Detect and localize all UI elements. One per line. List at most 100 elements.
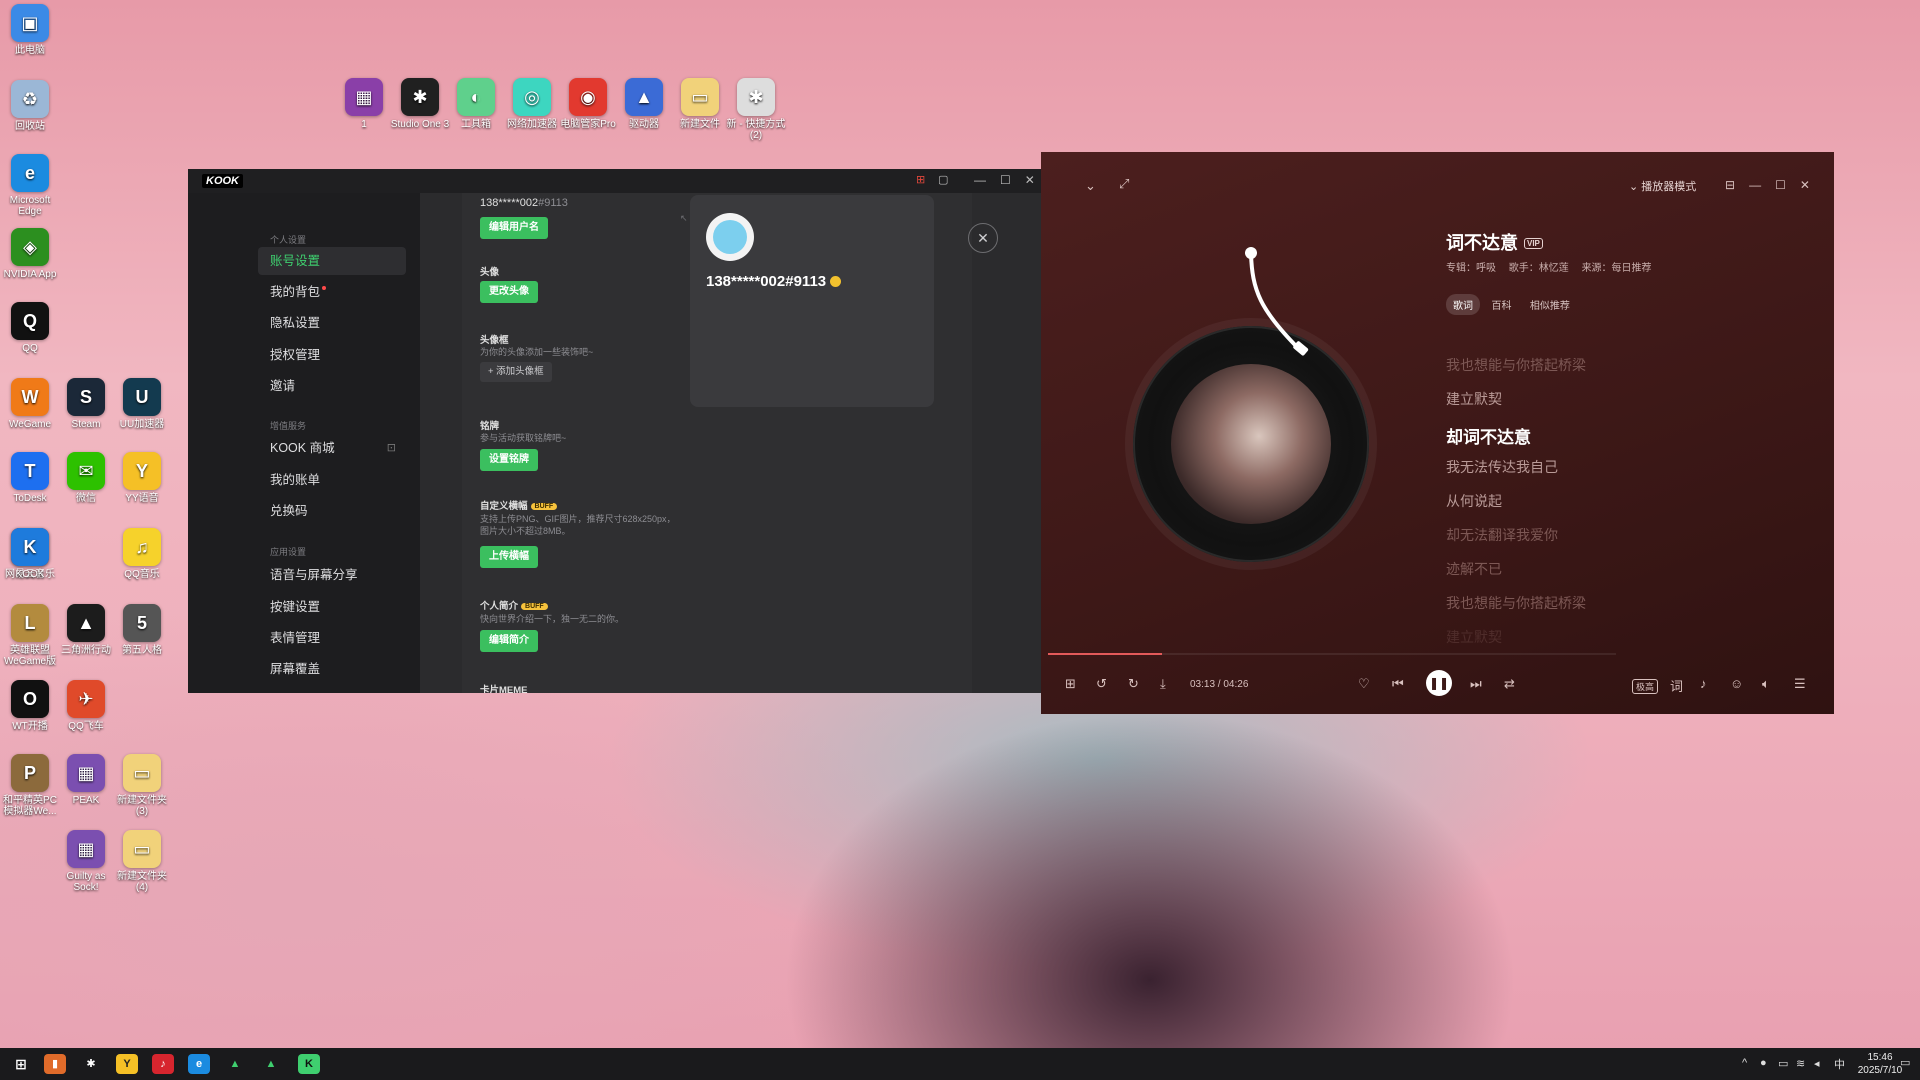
maximize-icon[interactable]: ☐ xyxy=(1000,173,1011,187)
desktop-icon[interactable]: ▭ 新建文件 xyxy=(670,78,730,130)
maximize-icon[interactable]: ☐ xyxy=(1775,178,1786,192)
lyric-line[interactable]: 我也想能与你搭起桥梁 xyxy=(1446,593,1586,613)
sidebar-item-redeem[interactable]: 兑换码 xyxy=(258,497,406,525)
sidebar-item-invite[interactable]: 邀请 xyxy=(258,372,406,400)
desktop-icon[interactable]: ▦ 1 xyxy=(334,78,394,130)
lyric-line[interactable]: 却无法翻译我爱你 xyxy=(1446,525,1558,545)
desktop-icon[interactable]: ▦ PEAK xyxy=(56,754,116,806)
desktop-icon[interactable]: ▦ Guilty as Sock! xyxy=(56,830,116,893)
desktop-icon[interactable]: ✱ Studio One 3 xyxy=(390,78,450,130)
sidebar-item-bills[interactable]: 我的账单 xyxy=(258,466,406,494)
taskbar-delta-icon[interactable]: ▲ xyxy=(224,1054,246,1074)
tab-similar[interactable]: 相似推荐 xyxy=(1523,294,1577,315)
inbox-icon[interactable]: ▢ xyxy=(938,173,948,186)
desktop-icon[interactable]: ◈ NVIDIA App xyxy=(0,228,60,280)
taskbar-netease-icon[interactable]: ♪ xyxy=(152,1054,174,1074)
volume-tray-icon[interactable]: ◂ xyxy=(1814,1057,1820,1070)
desktop-icon[interactable]: K KOOK xyxy=(0,528,60,580)
lyric-line[interactable]: 我也想能与你搭起桥梁 xyxy=(1446,355,1586,375)
forward-15-icon[interactable]: ↻ xyxy=(1128,676,1139,692)
desktop-icon[interactable]: ◉ 电脑管家Pro xyxy=(558,78,618,130)
sidebar-item-authorization[interactable]: 授权管理 xyxy=(258,341,406,369)
add-to-playlist-icon[interactable]: ⊞ xyxy=(1065,676,1076,692)
download-icon[interactable]: ⤓ xyxy=(1160,676,1166,692)
desktop-icon[interactable]: ♻ 回收站 xyxy=(0,80,60,132)
desktop-icon[interactable]: T ToDesk xyxy=(0,452,60,504)
desktop-icon[interactable]: ✈ QQ飞车 xyxy=(56,680,116,732)
settings-close-button[interactable]: ✕ xyxy=(968,223,998,253)
desktop-icon[interactable]: ▣ 此电脑 xyxy=(0,4,60,56)
desktop-icon[interactable]: W WeGame xyxy=(0,378,60,430)
taskbar-yy-icon[interactable]: Y xyxy=(116,1054,138,1074)
previous-track-icon[interactable]: ⏮ xyxy=(1392,676,1404,692)
mini-player-icon[interactable]: ⊟ xyxy=(1725,178,1735,192)
kook-titlebar[interactable]: KOOK ⊞ ▢ — ☐ ✕ xyxy=(188,169,1050,193)
taskbar-edge-icon[interactable]: e xyxy=(188,1054,210,1074)
network-icon[interactable]: ▭ xyxy=(1778,1057,1788,1070)
upload-banner-button[interactable]: 上传横幅 xyxy=(480,546,538,568)
set-badge-button[interactable]: 设置铭牌 xyxy=(480,449,538,471)
desktop-icon[interactable]: ◐ 工具箱 xyxy=(446,78,506,130)
playlist-icon[interactable]: ☰ xyxy=(1794,676,1806,692)
sidebar-item-account[interactable]: 账号设置 xyxy=(258,247,406,275)
progress-bar[interactable] xyxy=(1048,653,1616,655)
listen-together-icon[interactable]: ☺ xyxy=(1730,676,1743,691)
lyric-line[interactable]: 建立默契 xyxy=(1446,389,1502,409)
collapse-icon[interactable]: ⌄ xyxy=(1085,178,1096,194)
lyric-line[interactable]: 我无法传达我自己 xyxy=(1446,457,1558,477)
mic-icon[interactable]: ● xyxy=(1760,1057,1767,1069)
lyric-line[interactable]: 却词不达意 xyxy=(1446,423,1531,448)
lyrics-toggle-icon[interactable]: 词 xyxy=(1670,676,1683,695)
artist-link[interactable]: 歌手：林忆莲 xyxy=(1509,263,1569,274)
sidebar-item-overlay[interactable]: 屏幕覆盖 xyxy=(258,655,406,683)
quality-button[interactable]: 极高 xyxy=(1632,679,1659,694)
desktop-icon[interactable]: P 和平精英PC模拟器We... xyxy=(0,754,60,817)
tab-lyrics[interactable]: 歌词 xyxy=(1446,294,1480,315)
desktop-icon[interactable]: ✱ 新 - 快捷方式 (2) xyxy=(726,78,786,141)
sidebar-item-privacy[interactable]: 隐私设置 xyxy=(258,309,406,337)
desktop-icon[interactable]: ▲ 三角洲行动 xyxy=(56,604,116,656)
gift-icon[interactable]: ⊞ xyxy=(916,173,925,186)
desktop-icon[interactable]: ▭ 新建文件夹(4) xyxy=(112,830,172,893)
lyric-line[interactable]: 迹解不已 xyxy=(1446,559,1502,579)
taskbar-app-icon[interactable]: ▮ xyxy=(44,1054,66,1074)
rewind-15-icon[interactable]: ↺ xyxy=(1096,676,1107,692)
desktop-icon[interactable]: U UU加速器 xyxy=(112,378,172,430)
minimize-icon[interactable]: — xyxy=(974,173,986,187)
sidebar-item-keys[interactable]: 按键设置 xyxy=(258,593,406,621)
pause-button[interactable]: ❚❚ xyxy=(1426,670,1452,696)
lyric-line[interactable]: 建立默契 xyxy=(1446,627,1502,647)
desktop-icon[interactable]: S Steam xyxy=(56,378,116,430)
add-frame-button[interactable]: + 添加头像框 xyxy=(480,362,552,382)
desktop-icon[interactable]: Q QQ xyxy=(0,302,60,354)
edit-bio-button[interactable]: 编辑简介 xyxy=(480,630,538,652)
repeat-icon[interactable]: ⇄ xyxy=(1504,676,1515,692)
tray-chevron-icon[interactable]: ^ xyxy=(1742,1057,1747,1069)
sidebar-item-voice[interactable]: 语音与屏幕分享 xyxy=(258,561,406,589)
sidebar-item-emoji[interactable]: 表情管理 xyxy=(258,624,406,652)
desktop-icon[interactable]: e Microsoft Edge xyxy=(0,154,60,217)
taskbar-studio-icon[interactable]: ✱ xyxy=(80,1054,102,1074)
desktop-icon[interactable]: ▲ 驱动器 xyxy=(614,78,674,130)
taskbar-delta2-icon[interactable]: ▲ xyxy=(260,1054,282,1074)
tab-wiki[interactable]: 百科 xyxy=(1484,294,1518,315)
source-link[interactable]: 来源：每日推荐 xyxy=(1582,263,1652,274)
desktop-icon[interactable]: L 英雄联盟WeGame版 xyxy=(0,604,60,667)
desktop-icon[interactable]: Y YY语音 xyxy=(112,452,172,504)
album-link[interactable]: 专辑：呼吸 xyxy=(1446,263,1496,274)
start-icon[interactable]: ⊞ xyxy=(10,1054,32,1074)
edit-username-button[interactable]: 编辑用户名 xyxy=(480,217,548,239)
taskbar-kook-icon[interactable]: K xyxy=(298,1054,320,1074)
desktop-icon[interactable]: ♫ QQ音乐 xyxy=(112,528,172,580)
effects-icon[interactable]: ♪ xyxy=(1700,676,1707,691)
ime-indicator[interactable]: 中 xyxy=(1834,1056,1845,1072)
next-track-icon[interactable]: ⏭ xyxy=(1470,676,1482,692)
wifi-icon[interactable]: ≋ xyxy=(1796,1057,1805,1070)
sidebar-item-shop[interactable]: KOOK 商城 ⊡ xyxy=(258,434,406,462)
desktop-icon[interactable]: ✉ 微信 xyxy=(56,452,116,504)
change-avatar-button[interactable]: 更改头像 xyxy=(480,281,538,303)
lyric-line[interactable]: 从何说起 xyxy=(1446,491,1502,511)
desktop-icon[interactable]: ▭ 新建文件夹(3) xyxy=(112,754,172,817)
like-icon[interactable]: ♡ xyxy=(1358,676,1370,692)
sidebar-item-backpack[interactable]: 我的背包 xyxy=(258,278,406,306)
